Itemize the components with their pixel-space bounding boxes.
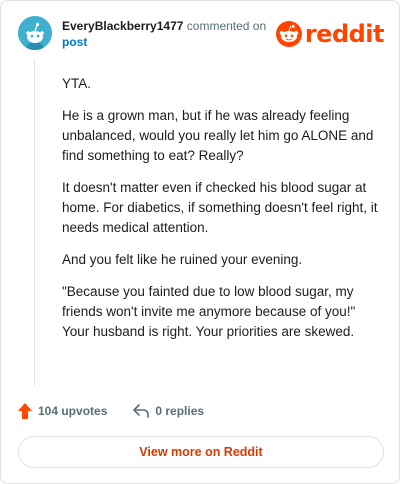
comment-body: YTA. He is a grown man, but if he was al… — [62, 74, 382, 354]
comment-actions: 104 upvotes 0 replies — [18, 401, 204, 421]
comment-paragraph: YTA. — [62, 76, 92, 91]
reddit-logo[interactable]: reddit — [275, 20, 385, 48]
comment-embed-card: EveryBlackberry1477 commented on post re… — [0, 0, 400, 484]
reddit-wordmark: reddit — [304, 20, 385, 48]
comment-paragraph: He is a grown man, but if he was already… — [62, 108, 374, 163]
commented-on-text: commented on — [186, 19, 267, 33]
view-more-label: View more on Reddit — [139, 445, 263, 459]
user-avatar[interactable] — [18, 16, 52, 50]
reddit-snoo-icon — [275, 21, 302, 47]
post-link[interactable]: post — [62, 34, 282, 50]
upvote-arrow-icon — [18, 403, 32, 419]
thread-line — [34, 59, 35, 386]
snoo-avatar-icon — [18, 16, 52, 50]
comment-paragraph: And you felt like he ruined your evening… — [62, 252, 303, 267]
reply-arrow-icon — [133, 404, 150, 418]
upvote-action[interactable]: 104 upvotes — [18, 403, 107, 419]
author-username[interactable]: EveryBlackberry1477 — [62, 19, 183, 33]
reply-action[interactable]: 0 replies — [133, 404, 204, 418]
upvote-count: 104 upvotes — [38, 404, 108, 418]
comment-paragraph: "Because you fainted due to low blood su… — [62, 284, 356, 339]
reply-count: 0 replies — [155, 404, 205, 418]
comment-meta: EveryBlackberry1477 commented on post — [62, 18, 282, 50]
view-more-on-reddit-button[interactable]: View more on Reddit — [18, 436, 384, 468]
comment-paragraph: It doesn't matter even if checked his bl… — [62, 180, 378, 235]
comment-header: EveryBlackberry1477 commented on post re… — [18, 16, 385, 52]
